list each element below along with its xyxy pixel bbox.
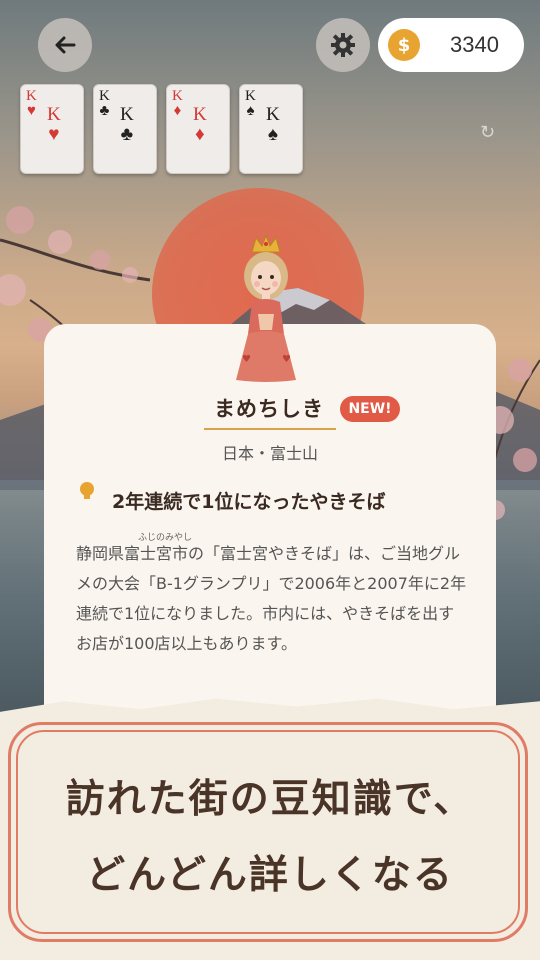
fact-body: 静岡県富士宮市の「富士宮やきそば」は、ご当地グルメの大会「B-1グランプリ」で2… [76, 544, 467, 653]
fact-title: 2年連続で1位になったやきそば [112, 491, 386, 513]
settings-button[interactable] [316, 18, 370, 72]
lightbulb-base [84, 494, 90, 499]
card-center: K ♠ [266, 104, 280, 145]
card-corner: K ♦ [172, 88, 183, 119]
banner-tagline-line2: どんどん詳しくなる [86, 853, 454, 898]
card-center: K ♦ [193, 104, 207, 145]
location-label: 日本・富士山 [221, 444, 318, 463]
banner-tagline-line1: 訪れた街の豆知識で、 [65, 777, 475, 822]
playing-card-king-clubs[interactable]: K ♣ K ♣ [93, 84, 157, 174]
card-center: K ♥ [47, 104, 61, 145]
card-center: K ♣ [120, 104, 134, 145]
queen-character-icon: ♥ ♥ [236, 234, 296, 382]
name-underline [204, 428, 336, 430]
coin-icon: $ [388, 29, 420, 61]
playing-card-king-spades[interactable]: K ♠ K ♠ [239, 84, 303, 174]
refresh-icon[interactable]: ↻ [480, 122, 495, 143]
svg-text:♥: ♥ [282, 354, 291, 365]
character-name: まめちしき [214, 397, 324, 421]
back-button[interactable] [38, 18, 92, 72]
banner-frame-inner [16, 730, 520, 934]
coin-count: 3340 [450, 32, 499, 57]
card-corner: K ♣ [99, 88, 110, 119]
trivia-panel [44, 324, 496, 744]
card-corner: K ♥ [26, 88, 37, 119]
arrow-left-icon [55, 36, 76, 54]
coin-balance[interactable]: $ 3340 [378, 18, 524, 72]
svg-text:♥: ♥ [242, 354, 251, 365]
card-corner: K ♠ [245, 88, 256, 119]
playing-card-king-diamonds[interactable]: K ♦ K ♦ [166, 84, 230, 174]
playing-card-king-hearts[interactable]: K ♥ K ♥ [20, 84, 84, 174]
new-badge: NEW! [340, 396, 400, 422]
gear-icon [331, 33, 355, 57]
